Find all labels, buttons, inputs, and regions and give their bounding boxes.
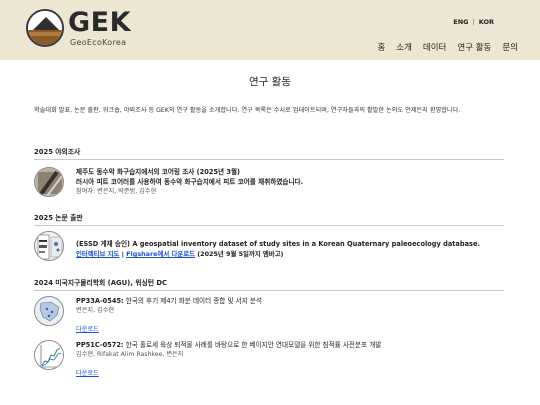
section-divider <box>34 290 504 291</box>
entry-title: PP33A-0545: 한국의 후기 제4기 화분 데이터 종합 및 서지 분석 <box>76 296 506 306</box>
entry-links: 인터랙티브 지도 | Figshare에서 다운로드 (2025년 9월 5일까… <box>76 249 506 259</box>
entry-title: PP51C-0572: 한국 홀로세 육상 퇴적물 사례를 바탕으로 한 베이지… <box>76 340 506 350</box>
entry-participants: 참여자: 변은지, 박준범, 김수현 <box>76 188 157 195</box>
embargo-note: (2025년 9월 5일까지 엠바고) <box>194 250 284 258</box>
section-title: 2025 야외조사 <box>34 148 81 156</box>
entry-authors: 변은지, 김수현 <box>76 307 115 314</box>
site-header: GEK GeoEcoKorea ENG | KOR 홈 소개 데이터 연구 활동 문… <box>0 0 540 60</box>
nav-contact[interactable]: 문의 <box>502 41 518 53</box>
gek-logo-icon[interactable] <box>26 9 64 47</box>
abstract-title: 한국 홀로세 육상 퇴적물 사례를 바탕으로 한 베이지안 연대모델을 위한 침… <box>123 341 382 349</box>
brand-name[interactable]: GEK <box>68 8 131 38</box>
map-thumbnail-icon <box>34 296 64 326</box>
section-title: 2025 논문 출판 <box>34 214 83 222</box>
download-link[interactable]: 다운로드 <box>76 370 99 377</box>
lang-eng-link[interactable]: ENG <box>451 18 470 26</box>
language-switcher: ENG | KOR <box>451 18 496 26</box>
abstract-code: PP33A-0545: <box>76 297 124 305</box>
nav-research[interactable]: 연구 활동 <box>457 41 491 53</box>
section-title: 2024 미국지구물리학회 (AGU), 워싱턴 DC <box>34 279 167 287</box>
abstract-code: PP51C-0572: <box>76 341 124 349</box>
section-divider <box>34 225 504 226</box>
lang-kor-link[interactable]: KOR <box>477 18 496 26</box>
entry-title: 제주도 동수악 화구습지에서의 코어링 조사 (2025년 3월) <box>76 168 241 176</box>
main-nav: 홈 소개 데이터 연구 활동 문의 <box>377 41 518 53</box>
abstract-title: 한국의 후기 제4기 화분 데이터 종합 및 서지 분석 <box>123 297 262 305</box>
section-2025-fieldwork: 2025 야외조사 <box>34 146 504 160</box>
section-2025-publications: 2025 논문 출판 <box>34 212 504 226</box>
section-divider <box>34 159 504 160</box>
nav-home[interactable]: 홈 <box>377 41 385 53</box>
dataset-figure-thumbnail-icon <box>34 231 64 261</box>
download-link[interactable]: 다운로드 <box>76 326 99 333</box>
entry-subtitle: 러시아 피트 코어러를 사용하여 동수악 화구습지에서 피트 코어를 채취하였습… <box>76 178 304 186</box>
nav-data[interactable]: 데이터 <box>423 41 446 53</box>
brand-subtitle: GeoEcoKorea <box>70 38 127 47</box>
nav-about[interactable]: 소개 <box>396 41 412 53</box>
figshare-download-link[interactable]: Figshare에서 다운로드 <box>126 250 195 258</box>
chart-thumbnail-icon <box>34 340 64 370</box>
page-title: 연구 활동 <box>249 76 291 88</box>
section-2024-agu: 2024 미국지구물리학회 (AGU), 워싱턴 DC <box>34 277 504 291</box>
lang-separator: | <box>472 18 475 26</box>
entry-title: (ESSD 게재 승인) A geospatial inventory data… <box>76 240 480 248</box>
intro-text: 학술대회 발표, 논문 출판, 워크숍, 야외조사 등 GEK의 연구 활동을 … <box>34 107 461 114</box>
core-sample-thumbnail-icon <box>34 167 64 197</box>
entry-authors: 김수현, Rifakat Alim Rashkee, 변은지 <box>76 351 184 358</box>
interactive-map-link[interactable]: 인터랙티브 지도 <box>76 250 119 258</box>
